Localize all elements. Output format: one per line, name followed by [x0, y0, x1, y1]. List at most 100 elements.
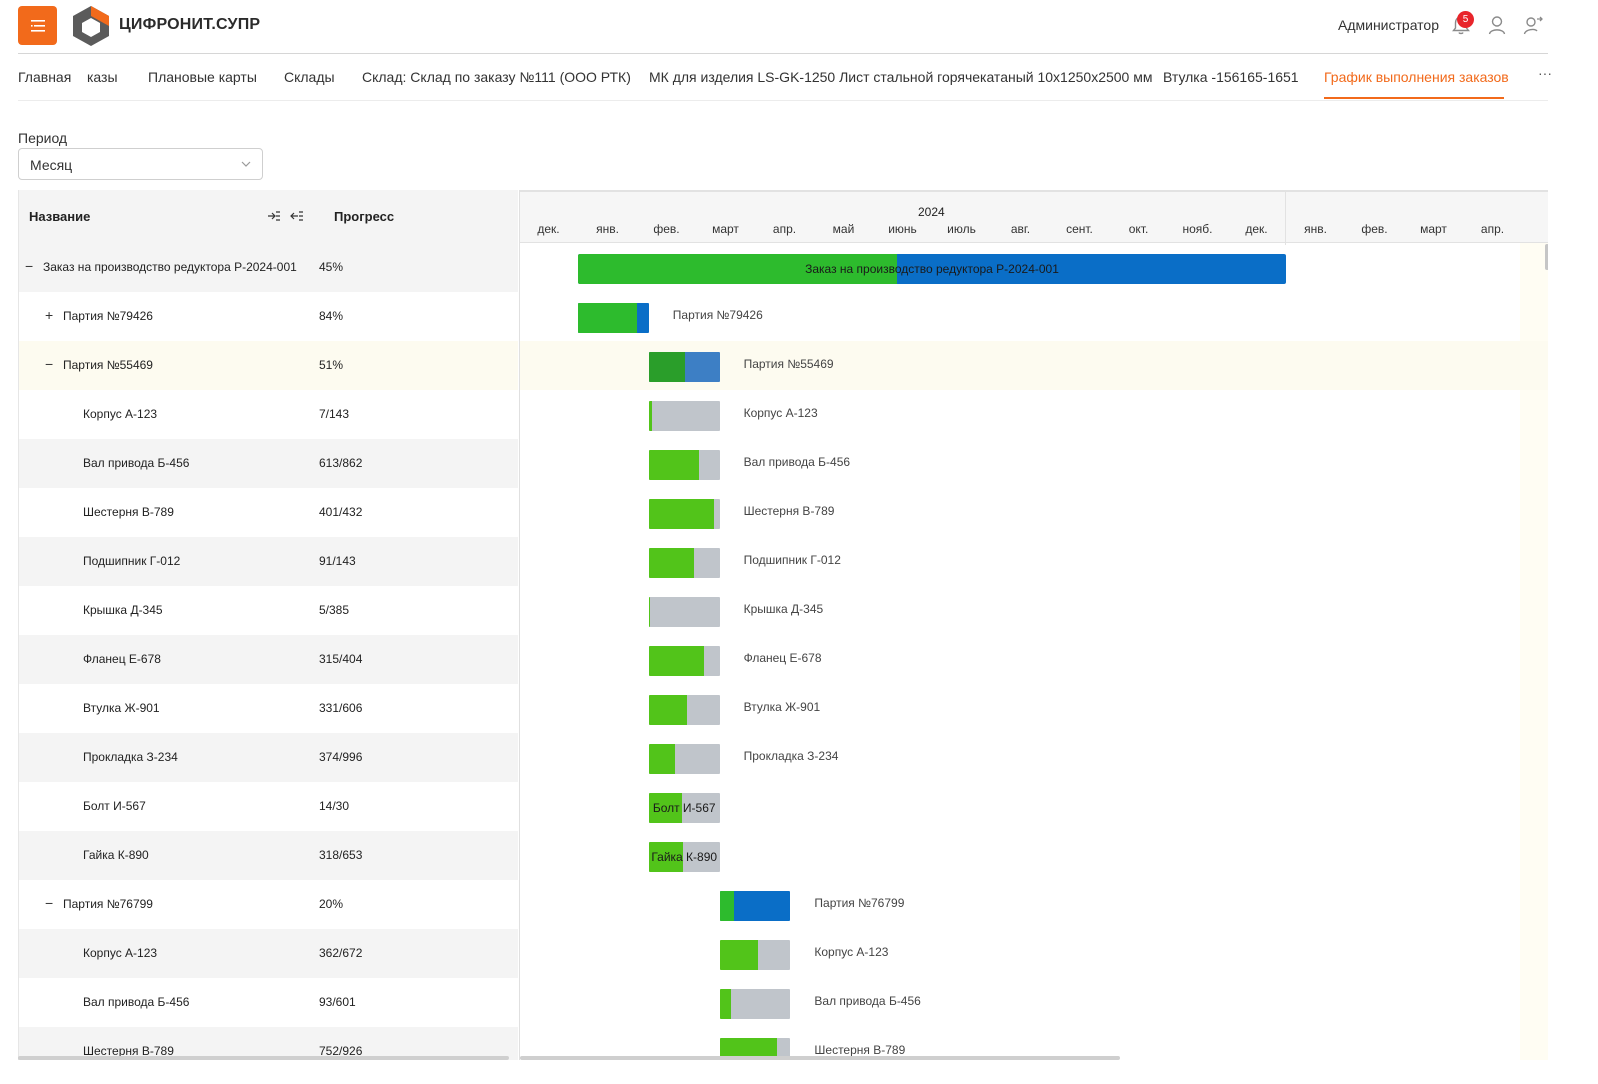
gantt-bar[interactable] [648, 352, 720, 382]
gantt-bar-progress [648, 646, 705, 676]
gantt-bar[interactable] [648, 548, 720, 578]
row-name: Крышка Д-345 [83, 603, 163, 617]
gantt-bar-progress [719, 891, 734, 921]
row-progress: 20% [319, 897, 344, 911]
table-row[interactable]: − Партия №55469 51% [19, 341, 518, 390]
gantt-bar-label: Вал привода Б-456 [814, 994, 921, 1008]
gantt-bar[interactable] [719, 989, 791, 1019]
row-name: Вал привода Б-456 [83, 995, 190, 1009]
timeline-month: авг. [1010, 222, 1031, 236]
gantt-bar[interactable] [719, 940, 791, 970]
gantt-bar[interactable] [648, 646, 720, 676]
collapse-toggle[interactable]: − [45, 896, 57, 911]
collapse-toggle[interactable]: − [25, 259, 37, 274]
tab-warehouse-order[interactable]: Склад: Склад по заказу №111 (ООО РТК) [362, 69, 631, 85]
expand-all-icon[interactable] [267, 209, 281, 223]
table-row[interactable]: Крышка Д-345 5/385 [19, 586, 518, 635]
gantt-bar[interactable] [578, 303, 649, 333]
table-row[interactable]: Корпус А-123 7/143 [19, 390, 518, 439]
brand-name: ЦИФРОНИТ.СУПР [119, 16, 261, 33]
period-select[interactable]: Месяц [18, 148, 263, 180]
tab-bushing[interactable]: Втулка -156165-1651 [1163, 69, 1299, 85]
gantt-bar-progress [648, 744, 676, 774]
gantt-bar-label: Шестерня В-789 [743, 504, 835, 518]
gantt-bar-label: Корпус А-123 [743, 406, 818, 420]
column-header-progress[interactable]: Прогресс [334, 209, 394, 224]
row-name: Втулка Ж-901 [83, 701, 160, 715]
tabs-more-button[interactable]: ··· [1538, 65, 1552, 81]
gantt-bar-progress [648, 548, 694, 578]
row-progress: 91/143 [319, 554, 356, 568]
gantt-bar[interactable]: Болт И-567 [648, 793, 720, 823]
row-name: Шестерня В-789 [83, 505, 174, 519]
period-label: Период [18, 130, 68, 146]
row-progress: 45% [319, 260, 344, 274]
table-row[interactable]: Прокладка З-234 374/996 [19, 733, 518, 782]
notification-badge: 5 [1457, 11, 1474, 28]
row-name: Прокладка З-234 [83, 750, 178, 764]
expand-toggle[interactable]: + [45, 308, 57, 323]
tab-warehouses[interactable]: Склады [284, 69, 335, 85]
user-name[interactable]: Администратор [1338, 17, 1439, 33]
gantt-bar[interactable]: Гайка К-890 [648, 842, 720, 872]
user-icon[interactable] [1486, 14, 1508, 36]
logout-icon[interactable] [1522, 14, 1544, 36]
gantt-bar-label: Втулка Ж-901 [743, 700, 821, 714]
row-progress: 7/143 [319, 407, 350, 421]
gantt-bar[interactable] [648, 695, 720, 725]
gantt-bar-label: Болт И-567 [652, 801, 716, 815]
timeline-month: янв. [1304, 222, 1327, 236]
gantt-bar-label: Корпус А-123 [814, 945, 889, 959]
row-name: Партия №55469 [63, 358, 153, 372]
gantt-bar-remaining [648, 401, 720, 431]
gantt-bar[interactable] [648, 401, 720, 431]
timeline-month: март [1420, 222, 1447, 236]
table-row[interactable]: Вал привода Б-456 613/862 [19, 439, 518, 488]
table-horizontal-scrollbar[interactable] [18, 1056, 509, 1060]
tab-route-card[interactable]: МК для изделия LS-GK-1250 Лист стальной … [649, 69, 1152, 85]
gantt-bar[interactable] [648, 744, 720, 774]
table-row[interactable]: Болт И-567 14/30 [19, 782, 518, 831]
table-row[interactable]: Шестерня В-789 401/432 [19, 488, 518, 537]
gantt-bar[interactable] [719, 891, 791, 921]
timeline-month: март [712, 222, 739, 236]
tab-plan-cards[interactable]: Плановые карты [148, 69, 257, 85]
gantt-bar-label: Фланец Е-678 [743, 651, 822, 665]
gantt-bar[interactable] [648, 450, 720, 480]
table-row[interactable]: Подшипник Г-012 91/143 [19, 537, 518, 586]
gantt-bar-remaining [648, 597, 720, 627]
gantt-horizontal-scrollbar[interactable] [520, 1056, 1120, 1060]
timeline-month: июль [947, 222, 976, 236]
gantt-bar-progress [648, 499, 715, 529]
table-row[interactable]: Корпус А-123 362/672 [19, 929, 518, 978]
gantt-vertical-scrollbar[interactable] [1545, 244, 1548, 270]
collapse-all-icon[interactable] [290, 209, 304, 223]
tab-orders[interactable]: казы [87, 69, 118, 85]
row-name: Заказ на производство редуктора Р-2024-0… [43, 260, 297, 274]
tab-order-schedule[interactable]: График выполнения заказов [1324, 69, 1509, 85]
row-progress: 14/30 [319, 799, 350, 813]
gantt-bar[interactable] [648, 499, 720, 529]
tab-home[interactable]: Главная [18, 69, 71, 85]
collapse-toggle[interactable]: − [45, 357, 57, 372]
table-row[interactable]: − Партия №76799 20% [19, 880, 518, 929]
row-progress: 318/653 [319, 848, 363, 862]
table-row[interactable]: Втулка Ж-901 331/606 [19, 684, 518, 733]
gantt-bar-label: Партия №79426 [672, 308, 763, 322]
table-row[interactable]: Фланец Е-678 315/404 [19, 635, 518, 684]
gantt-bar-progress [648, 401, 653, 431]
gantt-bar-label: Гайка К-890 [651, 850, 718, 864]
column-header-name[interactable]: Название [29, 209, 90, 224]
timeline-month: дек. [1245, 222, 1268, 236]
table-row[interactable]: + Партия №79426 84% [19, 292, 518, 341]
table-row[interactable]: Гайка К-890 318/653 [19, 831, 518, 880]
gantt-bar[interactable] [648, 597, 720, 627]
menu-button[interactable] [18, 6, 57, 45]
timeline-month: фев. [653, 222, 680, 236]
gantt-bar[interactable]: Заказ на производство редуктора Р-2024-0… [578, 254, 1286, 284]
period-value: Месяц [30, 157, 73, 173]
table-row[interactable]: − Заказ на производство редуктора Р-2024-… [19, 243, 518, 292]
table-row[interactable]: Вал привода Б-456 93/601 [19, 978, 518, 1027]
tasks-table: Название Прогресс − Заказ на производство… [18, 190, 518, 1060]
row-name: Фланец Е-678 [83, 652, 161, 666]
